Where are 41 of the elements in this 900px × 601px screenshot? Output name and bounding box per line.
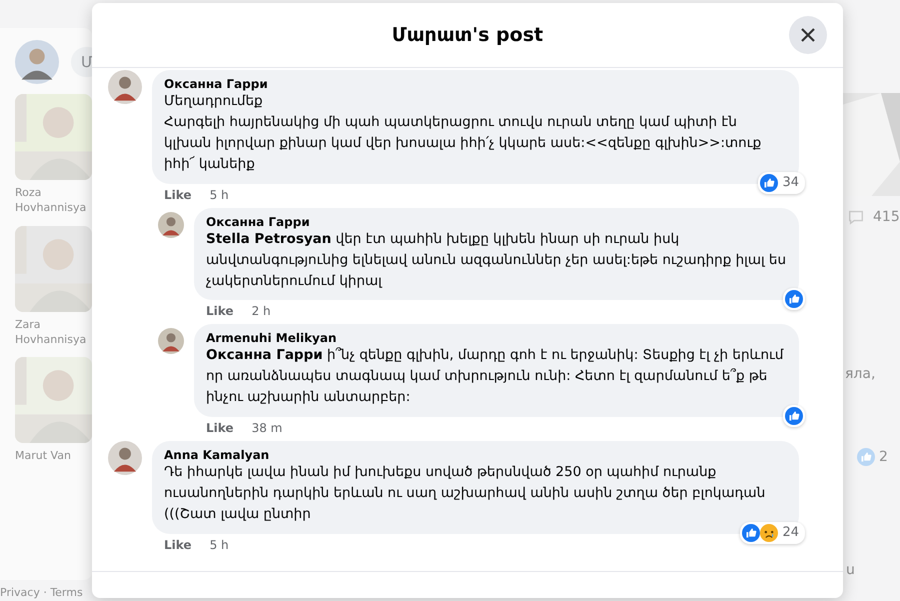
avatar — [15, 40, 59, 84]
comment-time[interactable]: 2 h — [252, 304, 271, 318]
avatar[interactable] — [108, 70, 142, 104]
person-name[interactable]: Roza Hovhannisya — [15, 186, 89, 216]
like-icon — [857, 448, 875, 466]
like-link[interactable]: Like — [206, 421, 234, 436]
comment-text: Stella Petrosyan վեր էտ պահին խելքը կլխեն ինար սի ուրան իսկ անվտանգությունից ելնելավ անուն ազգանուններ չեր ասել:եթե ուշադիրք իլալ ես չակերտներումում կիրալ — [206, 230, 787, 291]
reaction-summary[interactable]: 24 — [740, 522, 805, 544]
sad-face-icon — [760, 524, 778, 542]
comment-text: яла, — [844, 366, 876, 382]
comment-time[interactable]: 38 m — [252, 421, 282, 436]
avatar[interactable] — [158, 212, 184, 238]
author-name[interactable]: Оксанна Гарри — [206, 214, 787, 229]
reaction-summary[interactable]: 34 — [758, 172, 805, 194]
like-link[interactable]: Like — [164, 188, 192, 202]
reaction-summary[interactable] — [783, 405, 805, 428]
reaction-summary[interactable] — [783, 288, 805, 310]
like-icon — [785, 290, 803, 308]
person-name[interactable]: Zara Hovhannisya — [15, 318, 89, 348]
comment-time[interactable]: 5 h — [210, 538, 229, 552]
author-name[interactable]: Оксанна Гарри — [164, 77, 787, 91]
comment-time[interactable]: 5 h — [210, 188, 229, 202]
comment-text: Մեղադրումեք Հարգելի հայրենակից մի պահ պատկերացրու տուվս ուրան տեղը կամ պիտի էն կլխան իլորվար քինար կամ վեր խոսալա իհի՛չ կկարե ասե:<<զենքը գլխին>>:տուք իհի՜ կանեիք — [164, 92, 762, 174]
like-link[interactable]: Like — [206, 304, 234, 318]
comment-text: Оксанна Гарри ի՞նչ զենքը գլխին, մարդը գոհ է ու երջանիկ: Տեսքից էլ չի երևում որ առանձնապես տագնապ կամ տխրություն ունի: Հետո էլ զարմանում ե՞ք թե ինչու աշխարին անտարբեր: — [206, 346, 785, 408]
like-icon — [785, 407, 803, 426]
footer-links[interactable]: Privacy · Terms — [0, 586, 92, 599]
partial-text: u — [845, 562, 856, 578]
like-link[interactable]: Like — [164, 538, 192, 552]
like-icon — [742, 524, 760, 542]
comment-text: Դե իհարկե լավա ինան իմ խուխեքս սոված թերսնված 250 օր պահիմ ուրանք ուսանողներին դարկին երևան ու սաղ աշխարհավ անին ասին շտղա ծեր բլոկադան (((Շատ լավա ընտիր — [164, 463, 766, 524]
author-name[interactable]: Anna Kamalyan — [164, 448, 787, 462]
person-name[interactable]: Marut Van — [15, 449, 89, 464]
comment-count: 415 — [873, 209, 900, 225]
reaction-count: 2 — [879, 449, 888, 465]
avatar[interactable] — [108, 441, 142, 476]
close-button[interactable] — [789, 16, 827, 54]
avatar[interactable] — [158, 328, 184, 354]
like-icon — [760, 174, 778, 192]
dialog-title: Մարատ's post — [392, 24, 544, 46]
author-name[interactable]: Armenuhi Melikyan — [206, 331, 787, 346]
